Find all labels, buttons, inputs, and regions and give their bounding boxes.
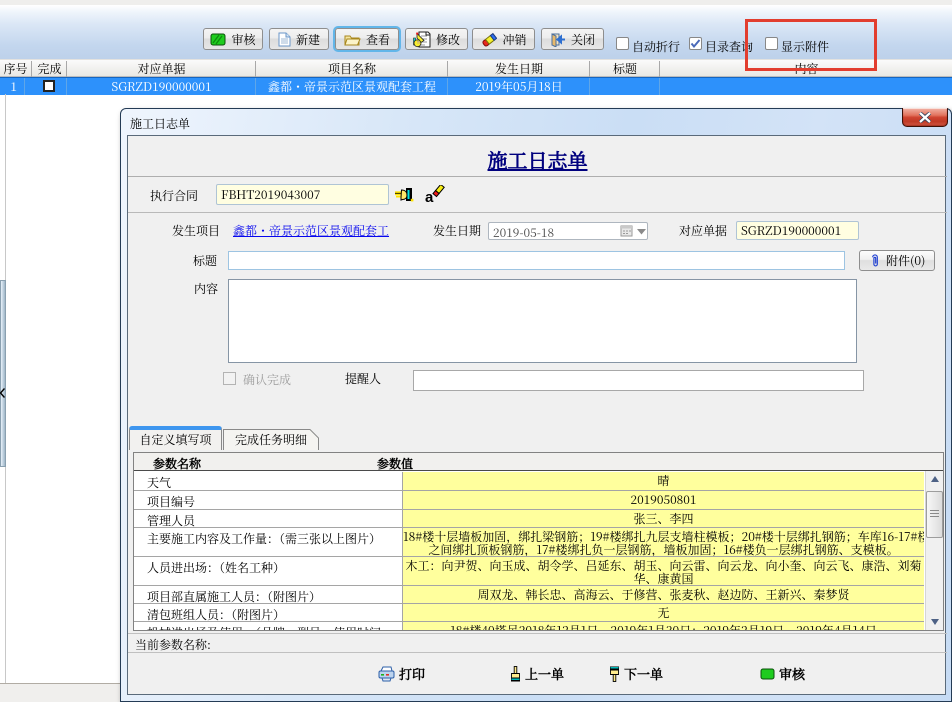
svg-text:a: a — [425, 189, 434, 204]
